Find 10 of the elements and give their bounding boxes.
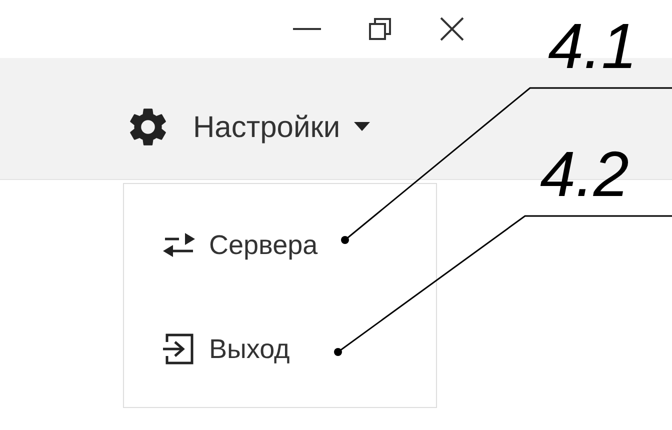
exit-icon [163, 332, 195, 366]
menu-item[interactable]: Выход [124, 297, 436, 401]
restore-icon[interactable] [368, 17, 392, 41]
menu-item[interactable]: Сервера [124, 193, 436, 297]
swap-arrows-icon [163, 233, 195, 257]
minimize-icon[interactable] [293, 27, 321, 31]
callout-label: 4.2 [540, 142, 629, 206]
close-icon[interactable] [439, 16, 465, 42]
settings-menu-button[interactable]: Настройки [125, 104, 370, 150]
callout-label: 4.1 [548, 14, 637, 78]
